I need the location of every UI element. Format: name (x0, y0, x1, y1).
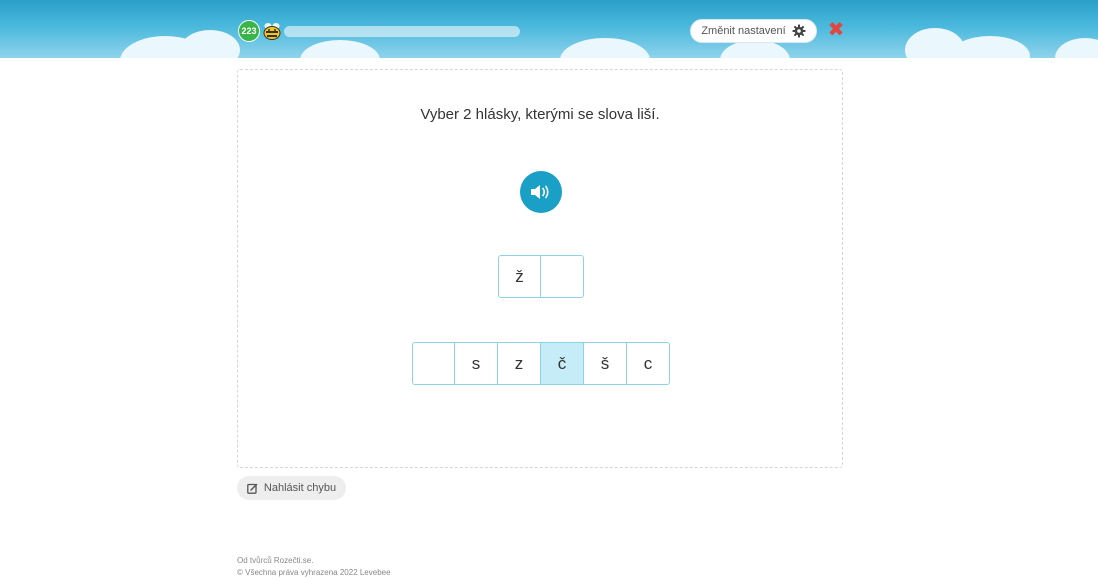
letter-choice[interactable]: š (584, 342, 627, 385)
footer-credits: Od tvůrců Rozečti.se. (237, 556, 314, 565)
cloud-decoration (1055, 38, 1098, 58)
cloud-decoration (180, 30, 240, 58)
footer: Od tvůrců Rozečti.se. © Všechna práva vy… (237, 555, 391, 579)
letter-choice[interactable]: c (627, 342, 670, 385)
letter-choice[interactable] (412, 342, 455, 385)
play-audio-button[interactable] (520, 171, 562, 213)
close-icon[interactable]: ✖ (827, 19, 845, 41)
answer-slot[interactable]: ž (498, 255, 541, 298)
change-settings-button[interactable]: Změnit nastavení (690, 19, 817, 43)
progress-bar (284, 25, 520, 37)
exercise-card: Vyber 2 hlásky, kterými se slova liší. ž… (237, 69, 843, 468)
letter-choice-selected[interactable]: č (541, 342, 584, 385)
score-badge: 223 (238, 20, 260, 42)
speaker-icon (531, 185, 549, 199)
footer-copyright: © Všechna práva vyhrazena 2022 Levebee (237, 568, 391, 577)
report-error-button[interactable]: Nahlásit chybu (237, 476, 346, 500)
cloud-decoration (560, 38, 650, 58)
answer-slot[interactable] (541, 255, 584, 298)
gear-icon (792, 24, 806, 38)
letter-choice[interactable]: z (498, 342, 541, 385)
progress-indicator: 223 (238, 20, 520, 42)
report-error-label: Nahlásit chybu (263, 482, 337, 494)
edit-icon (247, 483, 258, 494)
cloud-decoration (300, 40, 380, 58)
settings-label: Změnit nastavení (701, 25, 786, 37)
cloud-decoration (950, 36, 1030, 58)
exercise-instruction: Vyber 2 hlásky, kterými se slova liší. (420, 106, 660, 123)
letter-choice[interactable]: s (455, 342, 498, 385)
answer-slots: ž (498, 255, 584, 298)
letter-choices: s z č š c (412, 342, 670, 385)
bee-icon (263, 23, 281, 40)
top-bar: 223 Změnit nastavení ✖ (0, 0, 1098, 58)
